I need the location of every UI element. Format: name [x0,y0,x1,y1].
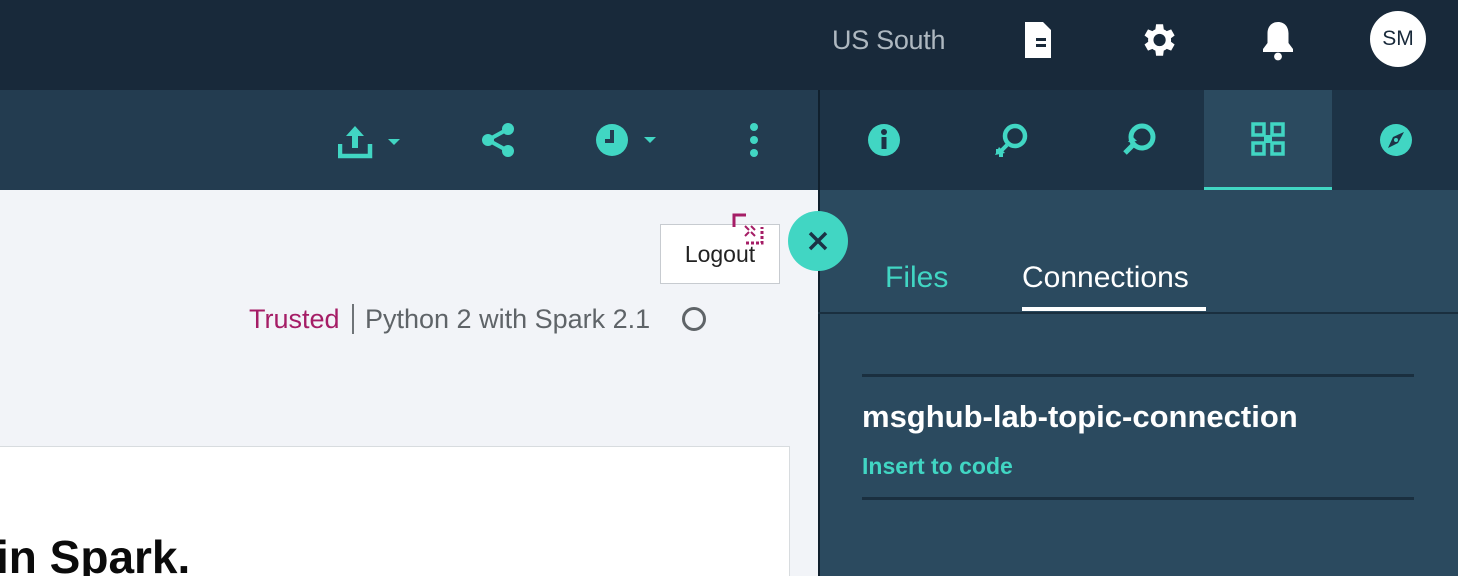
tab-connections[interactable]: Connections [1022,258,1189,298]
close-panel-button[interactable] [788,211,848,271]
side-panel [818,190,1458,576]
panel-tab-divider [818,312,1458,314]
upload-icon[interactable] [338,122,404,162]
region-label[interactable]: US South [832,24,945,56]
connection-bottom-rule [862,497,1414,500]
find-replace-icon[interactable] [1076,90,1204,190]
compass-icon[interactable] [1332,90,1458,190]
data-icon[interactable] [1204,90,1332,190]
top-bar: US South SM [0,0,1458,90]
status-separator [352,304,354,334]
more-vertical-icon[interactable] [742,122,766,158]
kernel-name[interactable]: Python 2 with Spark 2.1 [365,302,650,336]
document-icon[interactable] [1016,18,1060,62]
clock-icon[interactable] [594,122,660,158]
notebook-toolbar [0,90,818,190]
share-icon[interactable] [480,122,516,158]
kernel-idle-indicator [682,307,706,331]
side-panel-tabs [818,90,1458,190]
connection-top-rule [862,374,1414,377]
insert-to-code-link[interactable]: Insert to code [862,451,1013,481]
gear-icon[interactable] [1136,18,1180,62]
close-icon [808,231,828,251]
expand-icon[interactable] [732,213,764,245]
tab-files[interactable]: Files [885,258,948,298]
undo-icon[interactable] [948,90,1076,190]
info-icon[interactable] [820,90,948,190]
trusted-status[interactable]: Trusted [249,302,340,336]
user-avatar[interactable]: SM [1370,11,1426,67]
active-tab-indicator [1022,307,1206,311]
connection-name: msghub-lab-topic-connection [862,399,1298,434]
cell-heading: in Spark. [0,531,191,576]
bell-icon[interactable] [1256,18,1300,62]
